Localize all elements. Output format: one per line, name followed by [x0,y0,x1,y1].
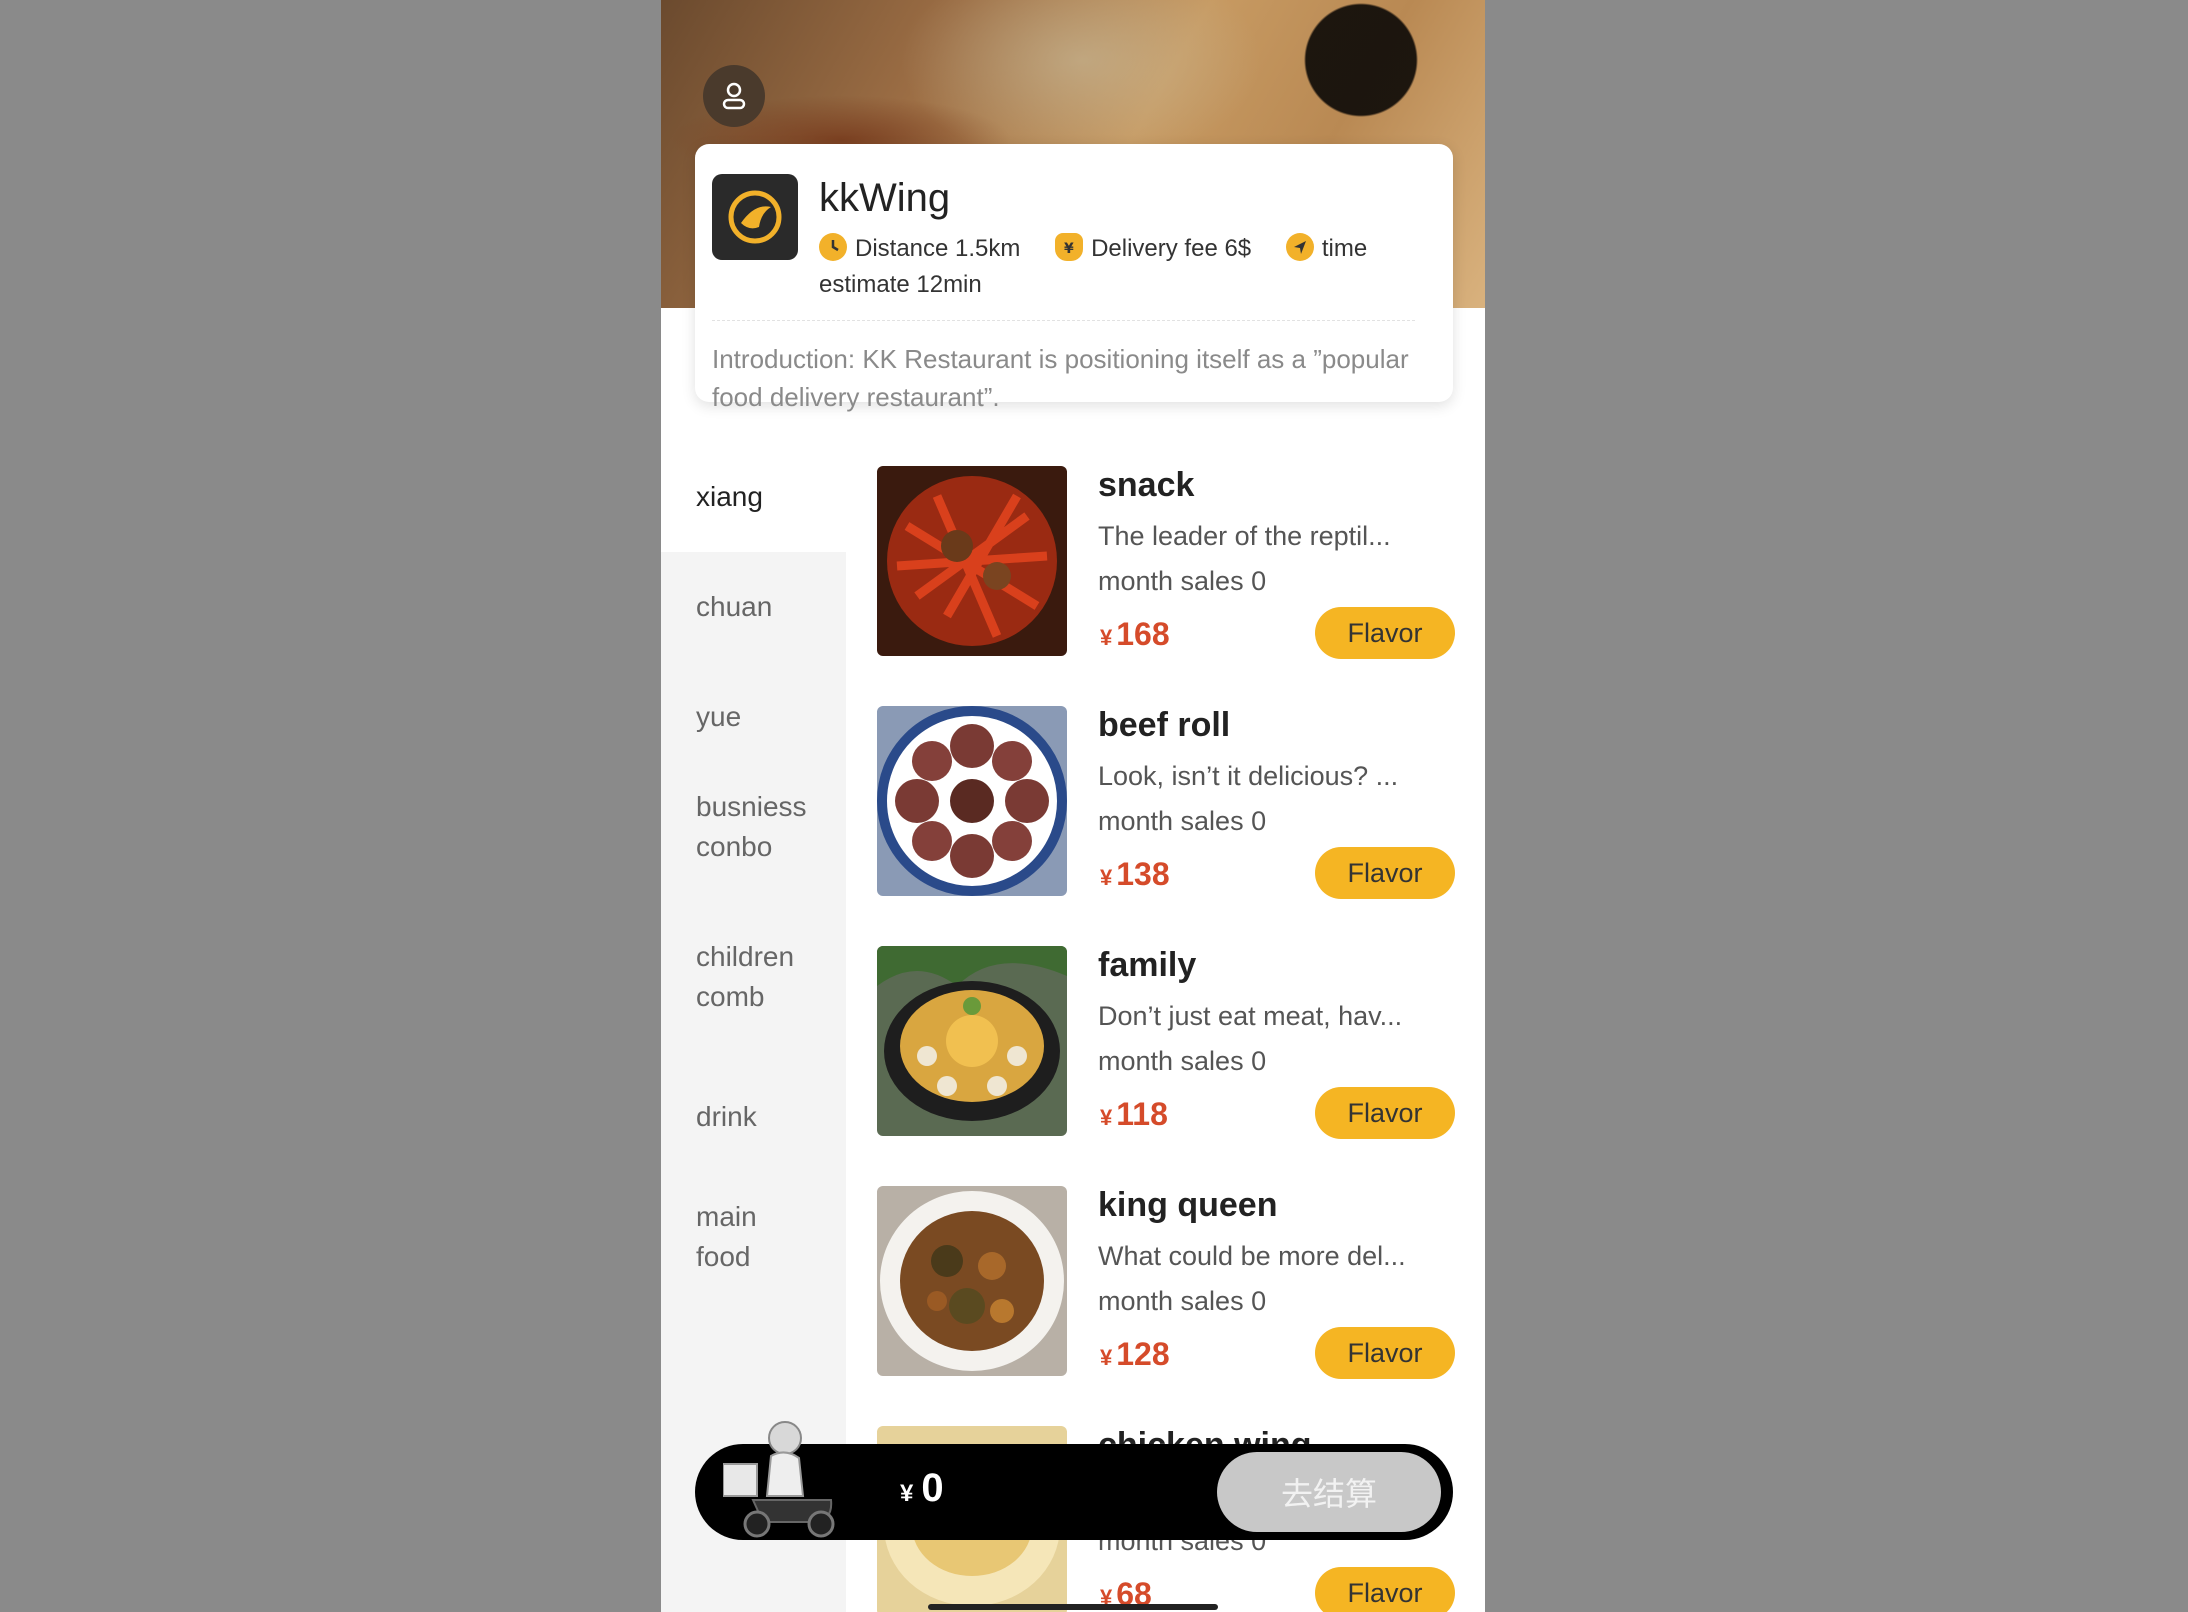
dish-image [877,706,1067,896]
dish-description: Look, isn’t it delicious? ... [1098,761,1399,791]
delivery-fee-text: Delivery fee 6$ [1091,235,1252,262]
dish-name: king queen [1098,1186,1278,1224]
cart-total: ¥0 [900,1466,944,1510]
dish-sales: month sales 0 [1098,566,1267,596]
cart-bar[interactable]: ¥0 去结算 [695,1421,1453,1540]
dish-image [877,1186,1067,1376]
shop-name: kkWing [819,176,951,220]
dish-description: Don’t just eat meat, hav... [1098,1001,1403,1031]
shop-logo [712,174,798,260]
money-bag-icon: ¥ [1055,233,1084,261]
shop-meta: Distance 1.5km ¥ Delivery fee 6$ time est… [819,231,1419,303]
dish-name: snack [1098,466,1195,504]
category-item[interactable]: yue [661,662,846,772]
dish-price: ¥128 [1100,1336,1170,1372]
shop-introduction: Introduction: KK Restaurant is positioni… [712,344,1409,412]
dish-item[interactable]: king queen What could be more del... mon… [846,1186,1485,1386]
dish-item[interactable]: snack The leader of the reptil... month … [846,466,1485,666]
navigation-arrow-icon [1285,233,1314,261]
flavor-button[interactable]: Flavor [1315,607,1455,659]
dish-sales: month sales 0 [1098,806,1267,836]
flavor-button[interactable]: Flavor [1315,1567,1455,1612]
home-indicator [928,1604,1218,1610]
dish-sales: month sales 0 [1098,1286,1267,1316]
distance-info: Distance 1.5km [819,233,1021,262]
flavor-button[interactable]: Flavor [1315,1327,1455,1379]
dish-sales: month sales 0 [1098,1046,1267,1076]
dish-price: ¥168 [1100,616,1170,652]
category-item[interactable]: main food [661,1182,801,1292]
distance-text: Distance 1.5km [855,235,1021,262]
category-item[interactable]: busniess conbo [661,772,821,882]
checkout-button[interactable]: 去结算 [1217,1452,1441,1532]
profile-button[interactable] [703,65,765,127]
shop-info-card: kkWing Distance 1.5km ¥ Delivery fee 6$ t… [695,144,1453,412]
user-icon [722,82,746,110]
dish-item[interactable]: family Don’t just eat meat, hav... month… [846,946,1485,1146]
dish-list: snack The leader of the reptil... month … [846,442,1485,1612]
dish-price: ¥118 [1100,1096,1168,1132]
delivery-fee-info: ¥ Delivery fee 6$ [1055,233,1252,262]
category-item[interactable]: chuan [661,552,846,662]
dish-description: The leader of the reptil... [1098,521,1391,551]
flavor-button[interactable]: Flavor [1315,847,1455,899]
dish-description: What could be more del... [1098,1241,1406,1271]
dish-price: ¥138 [1100,856,1170,892]
dish-image [877,466,1067,656]
dish-image [877,946,1067,1136]
delivery-rider-icon [723,1421,835,1538]
divider [712,320,1415,321]
category-item[interactable]: xiang [661,442,846,552]
dish-name: family [1098,946,1197,984]
dish-name: beef roll [1098,706,1231,744]
clock-icon [819,233,847,261]
category-item[interactable]: drink [661,1062,846,1172]
dish-item[interactable]: beef roll Look, isn’t it delicious? ... … [846,706,1485,906]
svg-text:¥: ¥ [1064,241,1074,257]
phone-screen: kkWing Distance 1.5km ¥ Delivery fee 6$ t… [661,0,1485,1612]
flavor-button[interactable]: Flavor [1315,1087,1455,1139]
category-item[interactable]: children comb [661,922,821,1032]
